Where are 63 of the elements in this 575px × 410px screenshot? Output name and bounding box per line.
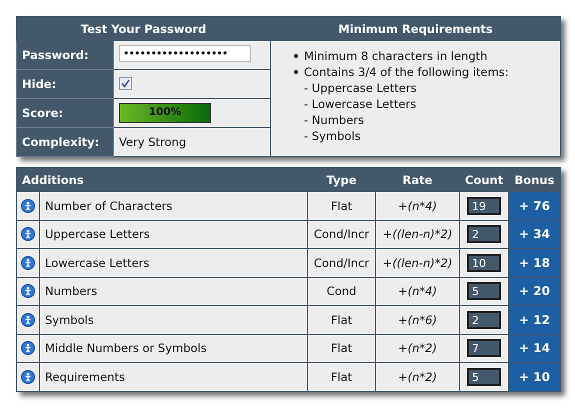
field-label: Password: bbox=[16, 40, 114, 70]
info-icon[interactable] bbox=[21, 370, 35, 384]
info-icon[interactable] bbox=[21, 198, 35, 213]
field-label: Score: bbox=[16, 98, 114, 128]
count-field[interactable]: 2 bbox=[467, 310, 501, 329]
panel-title: Minimum Requirements bbox=[270, 16, 560, 40]
rate-formula: +(n*2) bbox=[376, 362, 460, 391]
info-icon[interactable] bbox=[21, 284, 35, 298]
bonus-value: + 34 bbox=[508, 220, 560, 248]
panel-title: Test Your Password bbox=[16, 16, 270, 40]
table-cell: Cond/Incr bbox=[308, 220, 376, 248]
table-cell: Middle Numbers or Symbols bbox=[40, 334, 308, 362]
table-cell: Lowercase Letters bbox=[40, 248, 308, 277]
rate-formula: +((len-n)*2) bbox=[376, 220, 460, 248]
field-label: Complexity: bbox=[16, 128, 114, 156]
bonus-value: + 12 bbox=[508, 306, 560, 334]
table-cell: Flat bbox=[308, 306, 376, 334]
bonus-value: + 18 bbox=[508, 248, 560, 277]
bonus-value: + 10 bbox=[508, 362, 560, 391]
requirement-item: - Symbols bbox=[304, 128, 362, 144]
password-field[interactable]: ••••••••••••••••••• bbox=[119, 45, 251, 62]
rate-formula: +(n*6) bbox=[376, 306, 460, 334]
info-icon[interactable] bbox=[21, 312, 35, 327]
column-header: Type bbox=[308, 168, 376, 192]
field-label: Hide: bbox=[16, 70, 114, 98]
info-icon[interactable] bbox=[21, 256, 35, 270]
requirement-item: - Lowercase Letters bbox=[304, 96, 418, 112]
requirement-text: Contains 3/4 of the following items: bbox=[304, 64, 509, 80]
column-header: Rate bbox=[376, 168, 460, 192]
table-cell: Numbers bbox=[40, 277, 308, 306]
bonus-value: + 14 bbox=[508, 334, 560, 362]
column-header: Count bbox=[460, 168, 508, 192]
rate-formula: +(n*4) bbox=[376, 277, 460, 306]
count-field[interactable]: 7 bbox=[467, 339, 501, 358]
rate-formula: +(n*2) bbox=[376, 334, 460, 362]
table-cell: Cond/Incr bbox=[308, 248, 376, 277]
rate-formula: +(n*4) bbox=[376, 192, 460, 220]
column-header: Additions bbox=[16, 168, 308, 192]
count-field[interactable]: 19 bbox=[467, 196, 501, 215]
requirement-item: - Numbers bbox=[304, 112, 365, 128]
table-cell: Cond bbox=[308, 277, 376, 306]
table-cell: Uppercase Letters bbox=[40, 220, 308, 248]
requirement-text: Minimum 8 characters in length bbox=[304, 48, 488, 64]
complexity-value: Very Strong bbox=[114, 128, 270, 156]
table-cell: Symbols bbox=[40, 306, 308, 334]
count-field[interactable]: 10 bbox=[467, 254, 501, 272]
table-cell: Flat bbox=[308, 334, 376, 362]
hide-checkbox[interactable] bbox=[119, 77, 132, 90]
table-cell: Requirements bbox=[40, 362, 308, 391]
column-header: Bonus bbox=[508, 168, 560, 192]
count-field[interactable]: 5 bbox=[467, 368, 501, 386]
rate-formula: +((len-n)*2) bbox=[376, 248, 460, 277]
bonus-value: + 76 bbox=[508, 192, 560, 220]
count-field[interactable]: 2 bbox=[467, 225, 501, 244]
score-reading: 100% bbox=[148, 106, 182, 118]
table-cell: Flat bbox=[308, 192, 376, 220]
table-cell: Number of Characters bbox=[40, 192, 308, 220]
requirement-item: - Uppercase Letters bbox=[304, 80, 418, 96]
bonus-value: + 20 bbox=[508, 277, 560, 306]
count-field[interactable]: 5 bbox=[467, 282, 501, 300]
info-icon[interactable] bbox=[21, 341, 35, 356]
info-icon[interactable] bbox=[21, 227, 35, 242]
table-cell: Flat bbox=[308, 362, 376, 391]
